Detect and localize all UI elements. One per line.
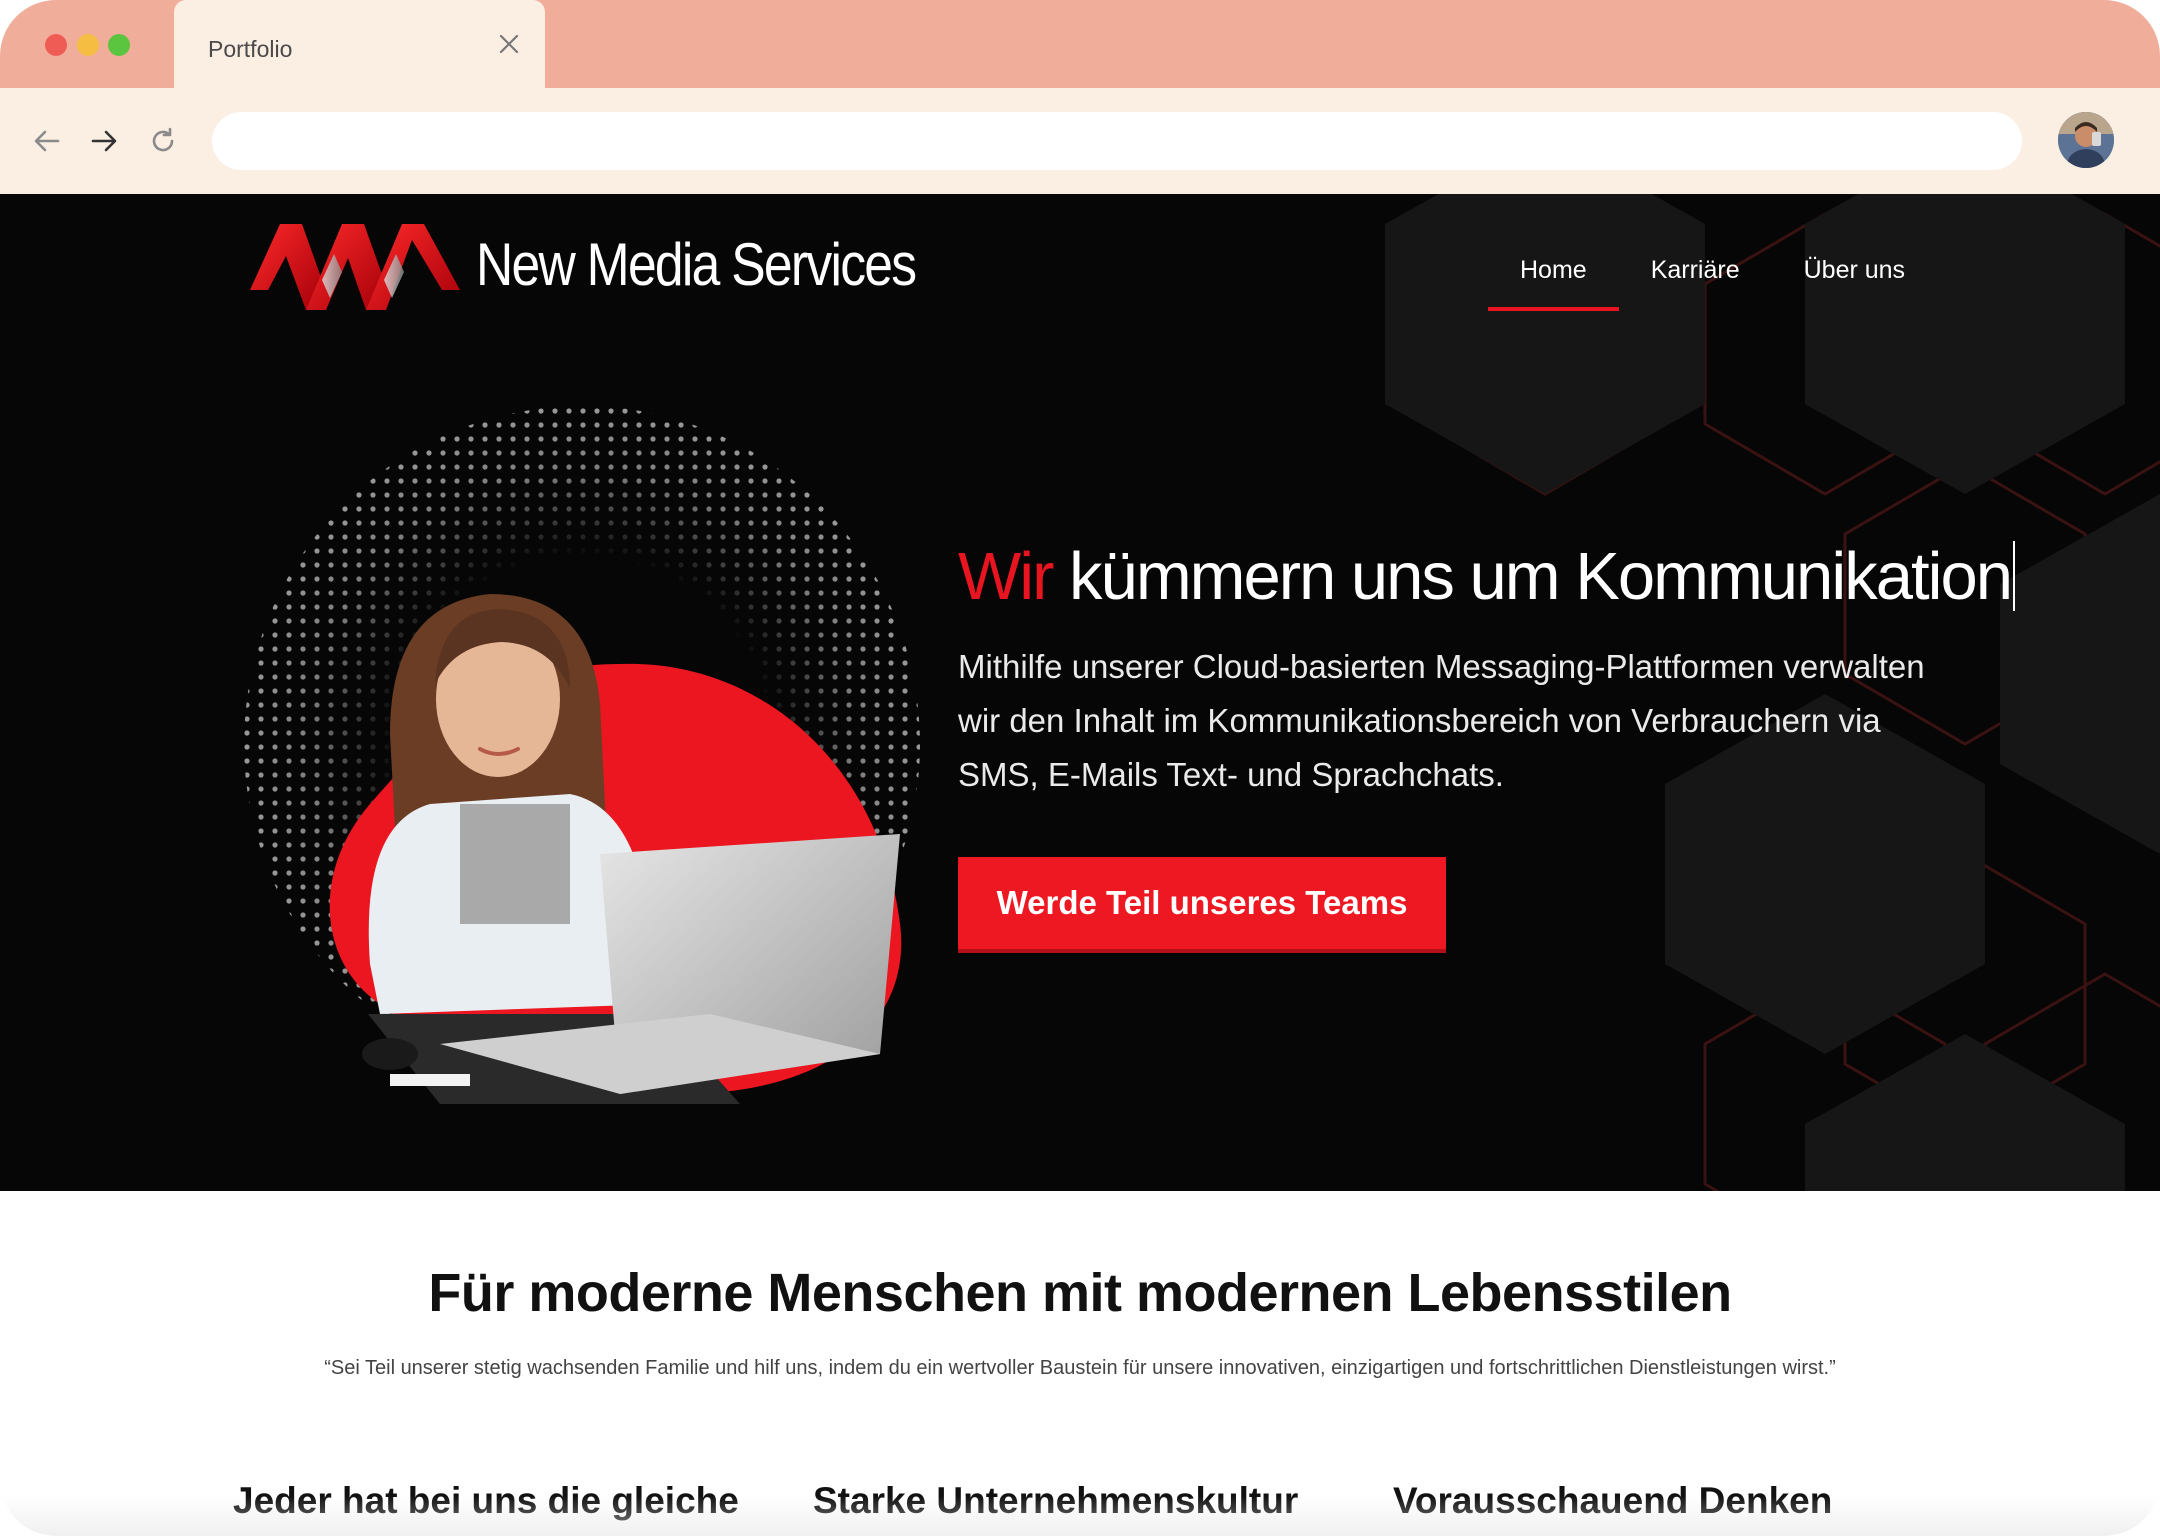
- profile-avatar[interactable]: [2058, 112, 2114, 168]
- join-team-button[interactable]: Werde Teil unseres Teams: [958, 857, 1446, 949]
- browser-titlebar: Portfolio: [0, 0, 2160, 88]
- section-quote: “Sei Teil unserer stetig wachsenden Fami…: [324, 1357, 1836, 1379]
- address-bar[interactable]: [212, 112, 2022, 170]
- brand-logo-icon[interactable]: [246, 220, 466, 316]
- nav-item-karriare[interactable]: Karriäre: [1619, 256, 1772, 311]
- back-arrow-icon[interactable]: [30, 124, 64, 158]
- tab-close-icon[interactable]: [495, 30, 523, 58]
- hero-subtext: Mithilfe unserer Cloud-basierten Messagi…: [958, 648, 1925, 793]
- forward-arrow-icon[interactable]: [87, 124, 121, 158]
- reload-icon[interactable]: [146, 124, 180, 158]
- hero-section: New Media Services Home Karriäre Über un…: [0, 194, 2160, 1191]
- browser-window: Portfolio New Media Services Home Karriä…: [0, 0, 2160, 1536]
- close-window-button[interactable]: [45, 34, 67, 56]
- brand-name[interactable]: New Media Services: [476, 230, 917, 299]
- main-nav: Home Karriäre Über uns: [1488, 256, 1937, 311]
- text-caret: [2013, 541, 2015, 611]
- hero-headline: Wir kümmern uns um Kommunikation: [958, 538, 2015, 615]
- minimize-window-button[interactable]: [77, 34, 99, 56]
- tab-title: Portfolio: [208, 36, 293, 62]
- nav-item-home[interactable]: Home: [1488, 256, 1619, 311]
- headline-accent: Wir: [958, 539, 1054, 614]
- hero-illustration: [242, 404, 920, 1104]
- browser-toolbar: [0, 88, 2160, 194]
- maximize-window-button[interactable]: [108, 34, 130, 56]
- section-title: Für moderne Menschen mit modernen Lebens…: [428, 1263, 1732, 1323]
- headline-rest: kümmern uns um Kommunikation: [1052, 539, 2013, 614]
- bottom-fade: [0, 1496, 2160, 1536]
- nav-item-uber-uns[interactable]: Über uns: [1772, 256, 1937, 311]
- browser-tab[interactable]: Portfolio: [174, 0, 545, 88]
